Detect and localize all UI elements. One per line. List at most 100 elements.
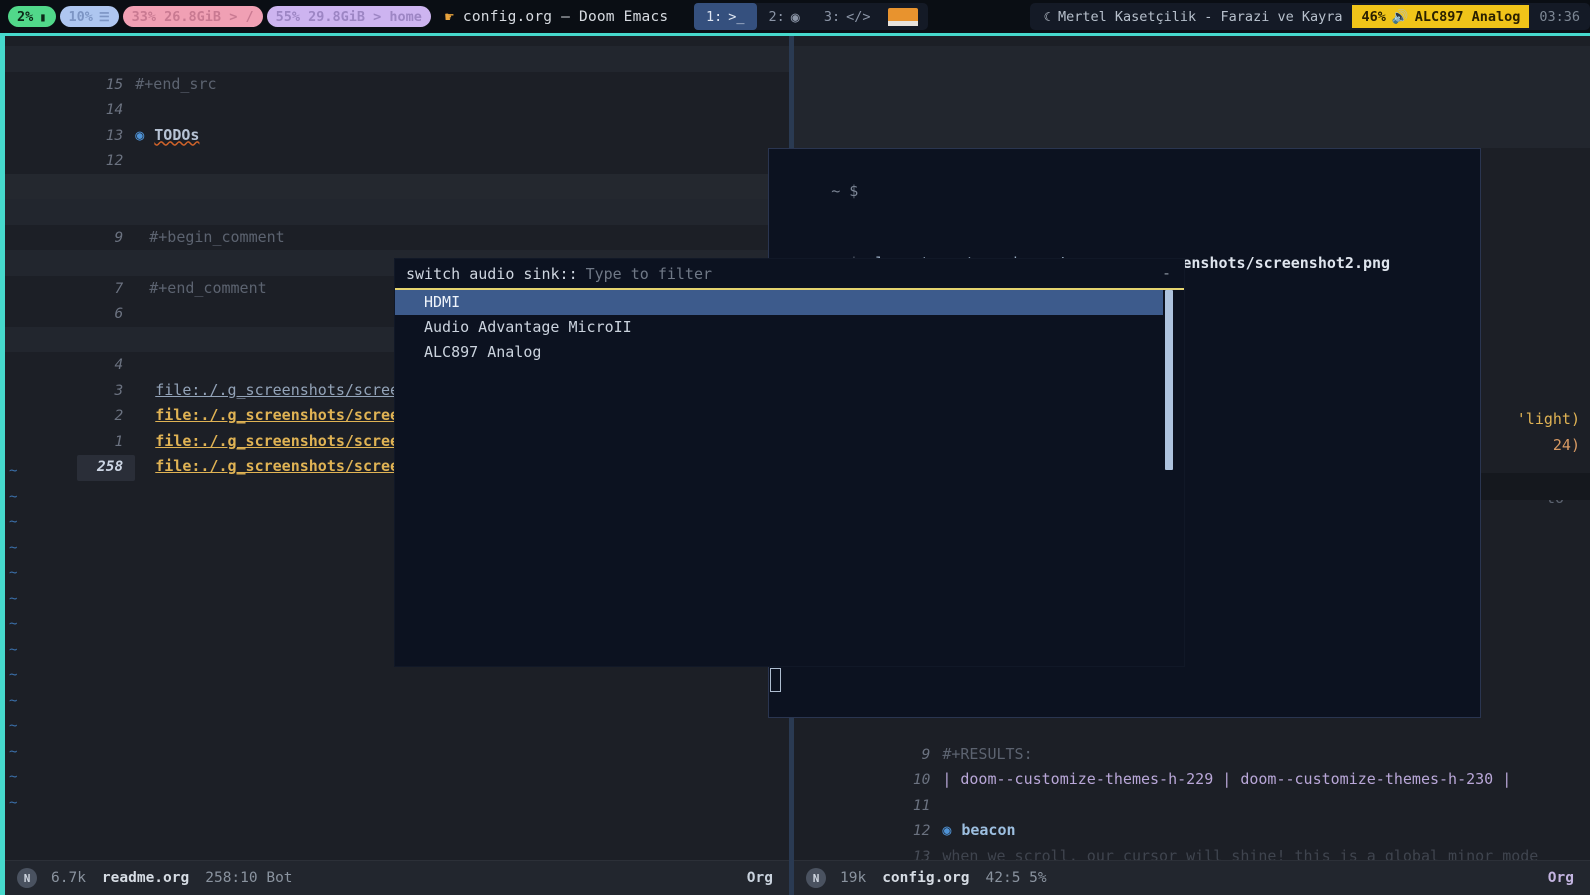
buffer-size: 6.7k (51, 870, 86, 886)
tilde-icon: ~ (9, 590, 18, 607)
memory-value: 10% (68, 8, 93, 25)
tilde-icon: ~ (9, 565, 18, 581)
disk-home-value: 55% 29.8GiB > home (275, 8, 422, 25)
cursor-position: 258:10 Bot (205, 870, 293, 886)
workspace-1-label: 1: (706, 8, 723, 25)
code-line: 8git grep "dunstify" (5, 225, 789, 271)
tilde-icon: ~ (9, 743, 18, 760)
cursor-position: 42:5 5% (985, 870, 1047, 886)
buffer-filename: config.org (882, 870, 970, 886)
tilde-icon: ~ (9, 794, 18, 811)
empty-line-marker: ~ (5, 713, 789, 739)
right-bottom-lines: 9 #+RESULTS: 10 | doom--customize-themes-h… (794, 716, 1590, 865)
terminal-line: ~ $ (769, 155, 1480, 227)
evil-state-badge: N (17, 868, 37, 888)
tilde-icon: ~ (9, 616, 18, 632)
status-bar-right-modules: ☾ Mertel Kasetçilik - Farazi ve Kayra 46… (1029, 3, 1590, 30)
disk-home-module[interactable]: 55% 29.8GiB > home (266, 6, 431, 27)
audio-sink-name: ALC897 Analog (1414, 8, 1521, 25)
workspace-2[interactable]: 2: ◉ (757, 3, 812, 30)
empty-line-marker: ~ (5, 764, 789, 790)
dialog-prompt-label: switch audio sink: (406, 264, 569, 283)
cpu-icon: ▮ (39, 9, 47, 24)
clock: 03:36 (1539, 8, 1580, 25)
evil-state-badge: N (806, 868, 826, 888)
code-line-heading: 13 ◉ TODOs (5, 97, 789, 144)
dialog-prompt-separator: : (568, 264, 578, 283)
fragment-number: 24) (1552, 435, 1580, 454)
dialog-prompt-row[interactable]: switch audio sink: : Type to filter - (395, 259, 1184, 290)
memory-module[interactable]: 10% ☰ (59, 6, 119, 27)
disk-root-value: 33% 26.8GiB > / (131, 8, 254, 25)
modeline-left: N 6.7k readme.org 258:10 Bot Org (5, 860, 789, 895)
terminal-icon: >_ (728, 8, 745, 25)
buffer-size: 19k (840, 870, 867, 886)
speaker-icon: 🔊 (1391, 8, 1409, 25)
status-bar-left-modules: 2% ▮ 10% ☰ 33% 26.8GiB > / 55% 29.8GiB >… (0, 6, 668, 27)
status-bar: 2% ▮ 10% ☰ 33% 26.8GiB > / 55% 29.8GiB >… (0, 0, 1590, 33)
browser-icon: ◉ (790, 7, 800, 26)
tilde-icon: ~ (9, 718, 18, 734)
media-module[interactable]: ☾ Mertel Kasetçilik - Farazi ve Kayra (1040, 9, 1353, 25)
code-line: 13 (794, 71, 1590, 118)
code-line: 9 #+begin_comment (5, 199, 789, 246)
cpu-value: 2% (17, 8, 34, 25)
code-line-clipped: 13 when we scroll, our cursor will shine!… (794, 818, 1590, 865)
workspace-1[interactable]: 1: >_ (694, 3, 757, 30)
tilde-icon: ~ (9, 641, 18, 658)
code-line: 10 | doom--customize-themes-h-229 | doom-… (794, 742, 1590, 788)
pointing-hand-icon: ☛ (444, 7, 454, 26)
buffer-filename: readme.org (101, 870, 190, 886)
tilde-icon: ~ (9, 539, 18, 556)
music-note-icon: ☾ (1043, 9, 1051, 24)
memory-icon: ☰ (98, 9, 110, 24)
media-title: Mertel Kasetçilik - Farazi ve Kayra (1058, 8, 1343, 25)
tilde-icon: ~ (9, 488, 18, 505)
dialog-minimize-icon[interactable]: - (1162, 264, 1171, 282)
dialog-option-list[interactable]: HDMI Audio Advantage MicroII ALC897 Anal… (395, 290, 1184, 470)
code-line: 12 (5, 123, 789, 169)
code-line-wrapped: configuration, email (794, 122, 1590, 169)
option-label: HDMI (424, 293, 461, 311)
empty-line-marker: ~ (5, 739, 789, 765)
dialog-option-audio-advantage-microii[interactable]: Audio Advantage MicroII (395, 315, 1184, 340)
volume-module[interactable]: 46% 🔊 ALC897 Analog (1352, 5, 1530, 28)
major-mode: Org (1547, 870, 1574, 886)
workspace-2-label: 2: (768, 8, 785, 25)
terminal-cursor (770, 668, 781, 692)
major-mode: Org (746, 870, 773, 886)
empty-line-marker: ~ (5, 688, 789, 714)
code-line: 9 #+RESULTS: (794, 716, 1590, 763)
option-label: Audio Advantage MicroII (424, 318, 632, 336)
code-line-item: 10➤if change happens convert dunstify li… (5, 173, 789, 220)
cpu-module[interactable]: 2% ▮ (8, 6, 56, 27)
tilde-icon: ~ (9, 667, 18, 683)
code-line: 11 (794, 767, 1590, 814)
window-title-area: ☛ config.org — Doom Emacs (445, 8, 668, 26)
option-label: ALC897 Analog (424, 343, 542, 361)
workspace-3-label: 3: (823, 8, 841, 25)
code-line: 14;; sync' after modifying this file! (794, 46, 1590, 93)
switch-audio-sink-dialog[interactable]: switch audio sink: : Type to filter - HD… (395, 259, 1184, 666)
dialog-scrollbar[interactable] (1165, 290, 1173, 470)
dialog-option-hdmi[interactable]: HDMI (395, 290, 1163, 315)
workspace-3[interactable]: 3: </> (812, 3, 883, 30)
code-line-heading: 12 ◉ beacon (794, 793, 1590, 839)
desktop-root: 2% ▮ 10% ☰ 33% 26.8GiB > / 55% 29.8GiB >… (0, 0, 1590, 895)
tilde-icon: ~ (9, 769, 18, 785)
dialog-option-alc897-analog[interactable]: ALC897 Analog (395, 340, 1184, 365)
code-icon: </> (846, 8, 871, 25)
tilde-icon: ~ (9, 692, 18, 709)
window-thumbnail-icon[interactable] (888, 7, 919, 26)
disk-root-module[interactable]: 33% 26.8GiB > / (122, 6, 263, 27)
dialog-filter-input[interactable]: Type to filter (586, 265, 712, 283)
tilde-icon: ~ (9, 514, 18, 530)
code-line: 14 (5, 72, 789, 118)
workspace-switcher: 1: >_ 2: ◉ 3: </> (694, 3, 929, 30)
shell-prompt: ~ $ (831, 182, 859, 200)
window-title: config.org — Doom Emacs (462, 8, 669, 25)
empty-line-marker: ~ (5, 790, 789, 816)
code-line: 12;; Some functionality uses this to ide… (794, 97, 1590, 144)
volume-percent: 46% (1361, 8, 1386, 25)
tilde-icon: ~ (9, 463, 18, 479)
